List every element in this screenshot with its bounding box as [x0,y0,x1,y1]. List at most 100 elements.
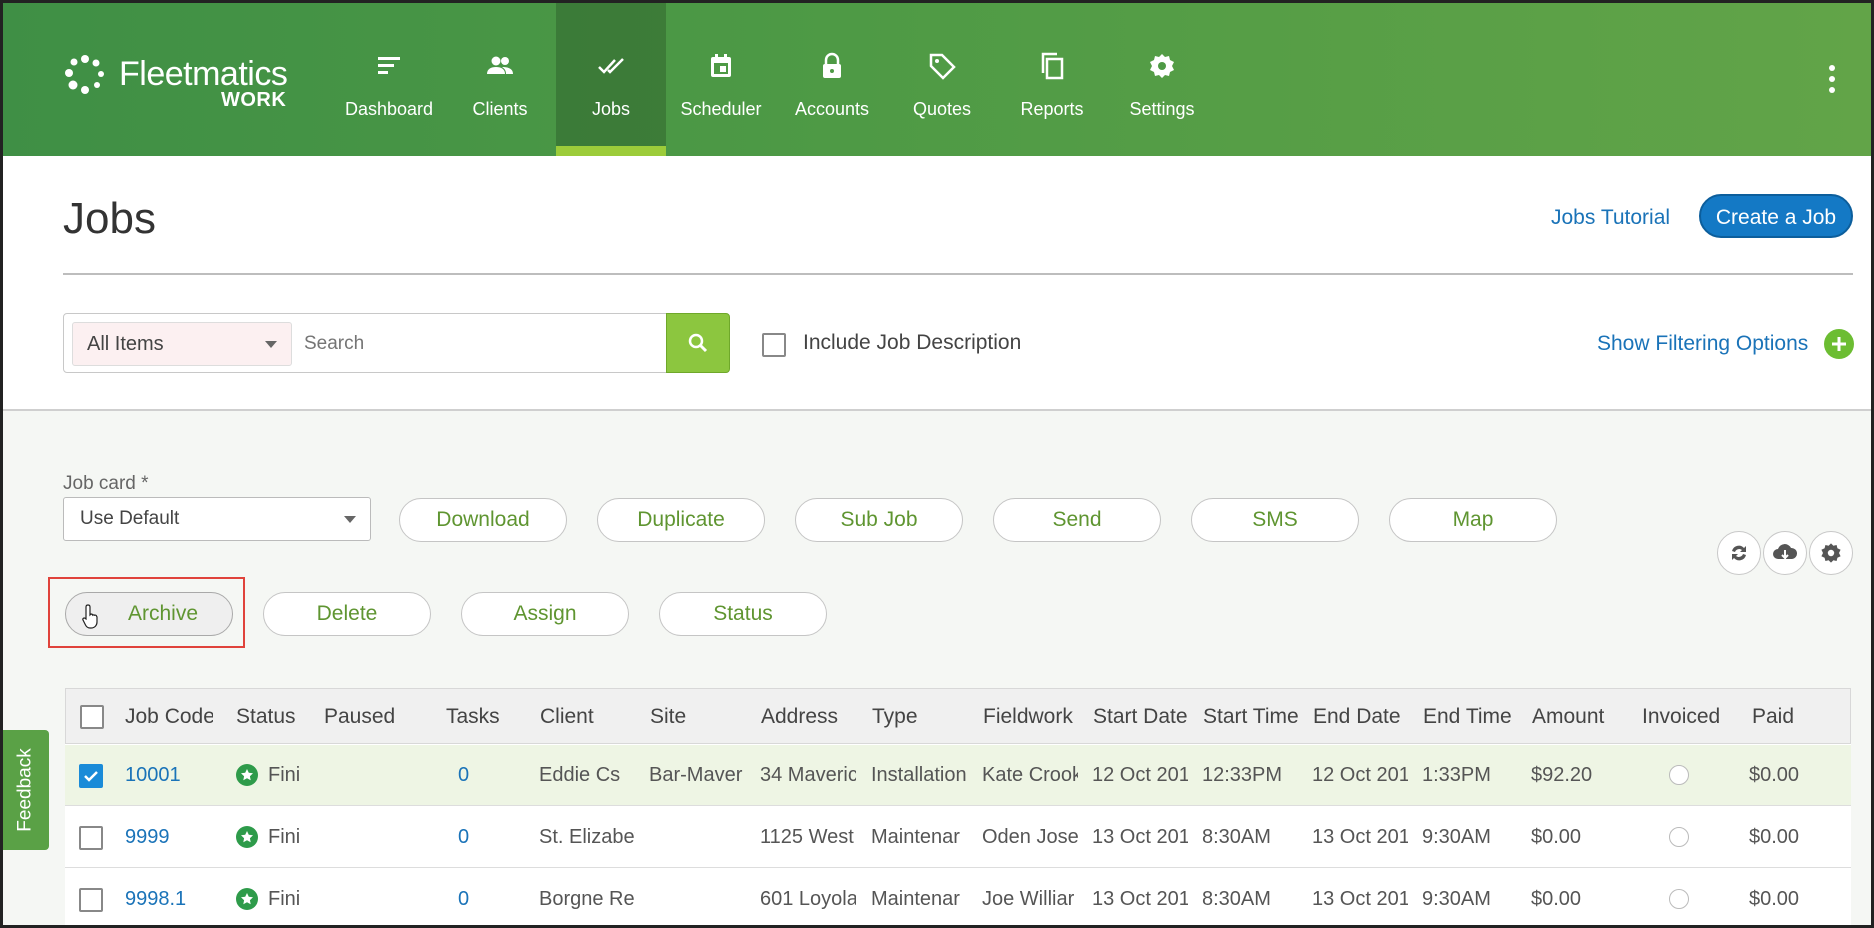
sms-button[interactable]: SMS [1191,498,1359,542]
column-header[interactable]: Paused [324,705,414,729]
gear-icon [1150,54,1174,78]
column-header[interactable]: Start Date [1093,705,1188,729]
nav-label: Settings [1129,99,1195,119]
amount-cell: $0.00 [1531,826,1582,848]
nav-reports[interactable]: Reports [997,3,1107,156]
nav-settings[interactable]: Settings [1107,3,1217,156]
chevron-down-icon [344,516,356,523]
invoiced-radio[interactable] [1669,827,1689,847]
assign-button[interactable]: Assign [461,592,629,636]
copy-icon [1041,52,1064,80]
column-header[interactable]: End Date [1313,705,1408,729]
start-date-cell: 12 Oct 201 [1092,764,1188,786]
job-card-select[interactable]: Use Default [63,497,371,541]
finished-status-icon [236,888,258,910]
column-header[interactable]: Paid [1752,705,1812,729]
cloud-download-button[interactable] [1763,531,1807,575]
column-header[interactable]: Address [761,705,851,729]
divider [3,409,1871,411]
row-checkbox[interactable] [79,826,103,850]
finished-status-icon [236,826,258,848]
column-header[interactable]: End Time [1423,705,1518,729]
search-scope-select[interactable]: All Items [72,322,292,366]
job-card-label: Job card * [63,473,149,494]
job-code-link[interactable]: 10001 [125,764,215,787]
column-header[interactable]: Status [236,705,306,729]
start-time-cell: 8:30AM [1202,826,1271,848]
search-icon [688,333,708,353]
site-cell: Bar-Maver [649,764,743,786]
brand-logo[interactable]: Fleetmatics WORK [63,53,293,113]
column-header[interactable]: Job Code [125,705,213,729]
refresh-button[interactable] [1717,531,1761,575]
amount-cell: $0.00 [1531,888,1582,910]
check-icon [84,771,98,782]
sub-job-button[interactable]: Sub Job [795,498,963,542]
table-row[interactable]: 9999 Fini 0 St. Elizabet 1125 West Maint… [65,807,1851,868]
lock-icon [823,52,841,78]
show-filtering-options-link[interactable]: Show Filtering Options [1597,332,1808,356]
tasks-link[interactable]: 0 [458,826,488,849]
finished-status-icon [236,764,258,786]
duplicate-button[interactable]: Duplicate [597,498,765,542]
start-date-cell: 13 Oct 201 [1092,888,1188,910]
nav-jobs[interactable]: Jobs [556,3,666,156]
job-code-link[interactable]: 9999 [125,826,215,849]
plus-circle-icon[interactable] [1824,329,1854,359]
more-menu-icon[interactable] [1829,65,1837,99]
row-checkbox[interactable] [79,888,103,912]
download-button[interactable]: Download [399,498,567,542]
nav-quotes[interactable]: Quotes [887,3,997,156]
column-header[interactable]: Type [872,705,952,729]
clients-icon [487,56,513,74]
end-date-cell: 13 Oct 201 [1312,888,1408,910]
map-button[interactable]: Map [1389,498,1557,542]
search-input[interactable] [304,322,659,366]
nav-accounts[interactable]: Accounts [777,3,887,156]
column-header[interactable]: Invoiced [1642,705,1737,729]
invoiced-radio[interactable] [1669,765,1689,785]
nav-label: Accounts [794,99,870,119]
address-cell: 1125 West [760,826,854,848]
client-cell: Borgne Re [539,888,635,910]
column-header[interactable]: Site [650,705,730,729]
table-header: Job Code Status Paused Tasks Client Site… [65,688,1851,744]
start-date-cell: 13 Oct 201 [1092,826,1188,848]
tasks-link[interactable]: 0 [458,888,488,911]
search-scope-value: All Items [87,333,164,355]
status-button[interactable]: Status [659,592,827,636]
column-header[interactable]: Client [540,705,620,729]
delete-button[interactable]: Delete [263,592,431,636]
jobs-tutorial-link[interactable]: Jobs Tutorial [1551,206,1670,230]
nav-label: Dashboard [344,99,434,119]
paid-cell: $0.00 [1749,826,1800,848]
column-header[interactable]: Fieldwork [983,705,1074,729]
include-description-checkbox[interactable] [762,333,786,357]
page-header: Jobs Jobs Tutorial Create a Job All Item… [3,156,1871,411]
column-header[interactable]: Tasks [446,705,516,729]
hand-cursor-icon [82,604,98,629]
nav-dashboard[interactable]: Dashboard [334,3,444,156]
highlight-annotation [48,577,245,648]
table-settings-button[interactable] [1809,531,1853,575]
end-time-cell: 9:30AM [1422,826,1491,848]
status-text: Fini [268,764,301,786]
refresh-icon [1732,545,1746,561]
column-header[interactable]: Amount [1532,705,1627,729]
nav-clients[interactable]: Clients [445,3,555,156]
nav-scheduler[interactable]: Scheduler [666,3,776,156]
send-button[interactable]: Send [993,498,1161,542]
tasks-link[interactable]: 0 [458,764,488,787]
table-row[interactable]: 9998.1 Fini 0 Borgne Re 601 Loyola Maint… [65,869,1851,925]
job-code-link[interactable]: 9998.1 [125,888,215,911]
feedback-tab[interactable]: Feedback [3,730,49,850]
row-checkbox[interactable] [79,764,103,788]
search-button[interactable] [666,313,730,373]
paid-cell: $0.00 [1749,888,1800,910]
column-header[interactable]: Start Time [1203,705,1298,729]
invoiced-radio[interactable] [1669,889,1689,909]
table-row[interactable]: 10001 Fini 0 Eddie Cs Bar-Maver 34 Maver… [65,745,1851,806]
amount-cell: $92.20 [1531,764,1593,786]
select-all-checkbox[interactable] [80,705,104,729]
create-job-button[interactable]: Create a Job [1699,194,1853,238]
